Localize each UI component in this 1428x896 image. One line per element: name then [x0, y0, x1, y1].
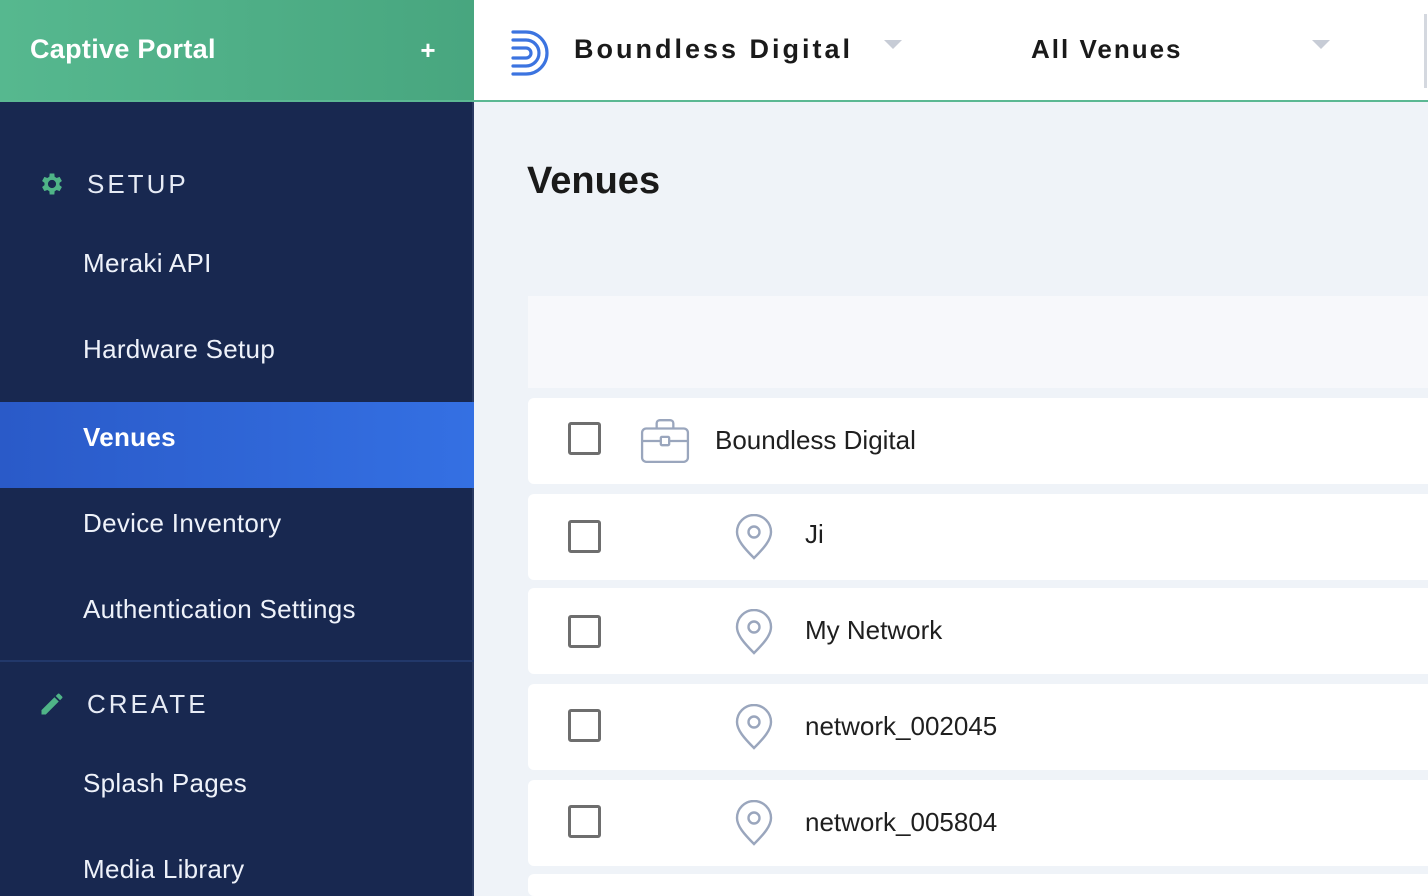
table-row[interactable]	[528, 874, 1428, 896]
create-section-header: CREATE	[0, 674, 474, 734]
location-pin-icon	[735, 800, 773, 846]
add-button[interactable]: +	[413, 30, 443, 70]
row-checkbox[interactable]	[568, 709, 601, 742]
row-name: network_005804	[805, 807, 998, 837]
organization-name: Boundless Digital	[574, 34, 854, 64]
create-section-label: CREATE	[87, 689, 209, 719]
sidebar-divider	[0, 660, 474, 662]
location-pin-icon	[735, 609, 773, 655]
organization-logo-icon	[511, 30, 549, 76]
app-title: Captive Portal	[30, 34, 216, 64]
sidebar-item-authentication-settings[interactable]: Authentication Settings	[0, 568, 474, 654]
sidebar-item-venues[interactable]: Venues	[0, 402, 474, 488]
location-pin-icon	[735, 704, 773, 750]
row-checkbox[interactable]	[568, 422, 601, 455]
table-row[interactable]: My Network	[528, 588, 1428, 674]
organization-dropdown[interactable]: Boundless Digital	[574, 30, 904, 70]
table-header	[528, 296, 1428, 388]
chevron-down-icon	[884, 40, 902, 49]
row-checkbox[interactable]	[568, 520, 601, 553]
setup-section-label: SETUP	[87, 169, 189, 199]
topbar-divider	[1424, 14, 1427, 88]
location-pin-icon	[735, 514, 773, 560]
sidebar-item-label: Media Library	[83, 854, 245, 884]
page-title: Venues	[527, 160, 661, 202]
venue-filter-dropdown[interactable]: All Venues	[1031, 30, 1331, 70]
sidebar-item-label: Meraki API	[83, 248, 212, 278]
app-header: Captive Portal +	[0, 0, 474, 102]
row-name: My Network	[805, 615, 943, 645]
sidebar-item-meraki-api[interactable]: Meraki API	[0, 222, 474, 308]
sidebar: Captive Portal + SETUP Meraki API Hardwa…	[0, 0, 474, 896]
sidebar-item-label: Hardware Setup	[83, 334, 276, 364]
pencil-icon	[41, 693, 63, 715]
briefcase-icon	[640, 419, 690, 463]
chevron-down-icon	[1312, 40, 1330, 49]
sidebar-item-label: Splash Pages	[83, 768, 248, 798]
row-name: Boundless Digital	[715, 425, 916, 455]
row-checkbox[interactable]	[568, 805, 601, 838]
table-row[interactable]: network_002045	[528, 684, 1428, 770]
sidebar-item-media-library[interactable]: Media Library	[0, 828, 474, 896]
sidebar-item-hardware-setup[interactable]: Hardware Setup	[0, 308, 474, 394]
table-row[interactable]: Ji	[528, 494, 1428, 580]
table-row[interactable]: network_005804	[528, 780, 1428, 866]
setup-section-header: SETUP	[0, 154, 474, 214]
sidebar-item-device-inventory[interactable]: Device Inventory	[0, 482, 474, 568]
table-row[interactable]: Boundless Digital	[528, 398, 1428, 484]
gear-icon	[42, 173, 62, 195]
row-name: network_002045	[805, 711, 998, 741]
sidebar-item-label: Device Inventory	[83, 508, 282, 538]
sidebar-item-label: Authentication Settings	[83, 594, 356, 624]
sidebar-item-splash-pages[interactable]: Splash Pages	[0, 742, 474, 828]
top-bar: Boundless Digital All Venues	[474, 0, 1428, 102]
sidebar-item-label: Venues	[83, 422, 176, 452]
row-name: Ji	[805, 519, 824, 549]
row-checkbox[interactable]	[568, 615, 601, 648]
venue-filter-value: All Venues	[1031, 34, 1183, 64]
